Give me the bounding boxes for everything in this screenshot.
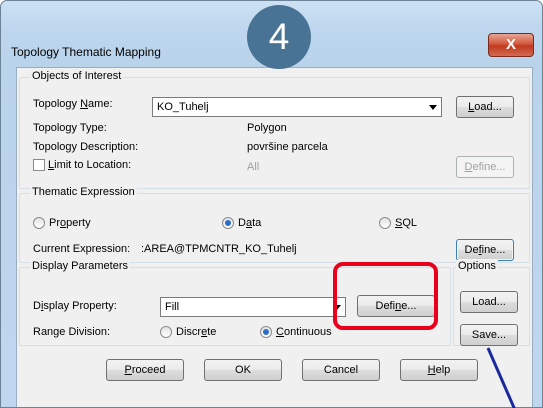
pointer-line [486,347,516,408]
pointer-line-stroke [486,347,516,408]
